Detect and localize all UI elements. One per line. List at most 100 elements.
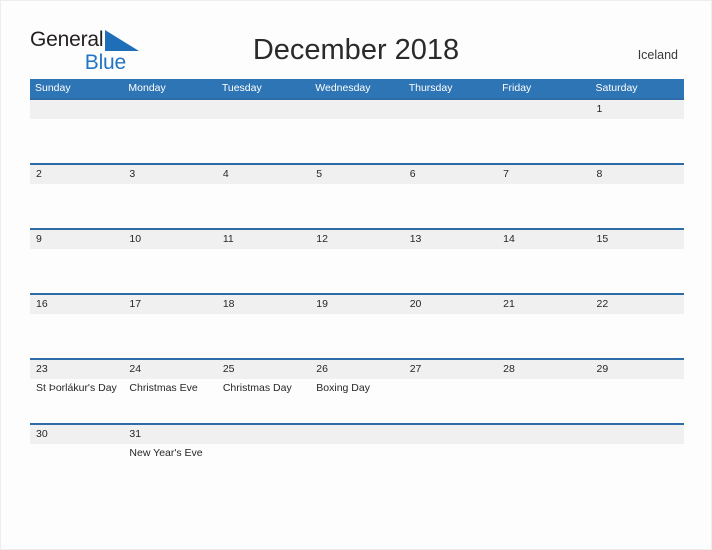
- day-event: [310, 314, 403, 358]
- day-number[interactable]: [497, 425, 590, 444]
- day-number[interactable]: [591, 425, 684, 444]
- day-number[interactable]: 28: [497, 360, 590, 379]
- day-event: [30, 314, 123, 358]
- day-number[interactable]: 1: [591, 100, 684, 119]
- day-event: [217, 314, 310, 358]
- week-date-band: 30 31: [30, 425, 684, 444]
- day-event: [217, 119, 310, 163]
- day-event: [123, 249, 216, 293]
- calendar-page: General Blue December 2018 Iceland Sunda…: [0, 0, 712, 550]
- day-event: [497, 444, 590, 488]
- day-number[interactable]: 16: [30, 295, 123, 314]
- day-event: [404, 314, 497, 358]
- day-event: [30, 249, 123, 293]
- day-event: [310, 249, 403, 293]
- weekday-header-tuesday: Tuesday: [221, 82, 262, 94]
- week-date-band: 2 3 4 5 6 7 8: [30, 165, 684, 184]
- week-event-band: [30, 314, 684, 358]
- day-event: Boxing Day: [316, 382, 370, 394]
- day-number[interactable]: 20: [404, 295, 497, 314]
- day-number[interactable]: 29: [591, 360, 684, 379]
- day-number[interactable]: [30, 100, 123, 119]
- day-event: [217, 249, 310, 293]
- day-event: [591, 119, 684, 163]
- day-number[interactable]: [217, 100, 310, 119]
- day-event: [404, 249, 497, 293]
- day-event: [30, 119, 123, 163]
- day-event: [497, 119, 590, 163]
- week-event-band: New Year's Eve: [30, 444, 684, 488]
- day-number[interactable]: [217, 425, 310, 444]
- day-event: [404, 184, 497, 228]
- day-number[interactable]: 26: [310, 360, 403, 379]
- weekday-header-saturday: Saturday: [595, 82, 638, 94]
- weekday-header-monday: Monday: [128, 82, 166, 94]
- day-number[interactable]: 5: [310, 165, 403, 184]
- calendar-week-row: 30 31 New Year's Eve: [30, 423, 684, 488]
- day-number[interactable]: 17: [123, 295, 216, 314]
- day-event: New Year's Eve: [129, 447, 203, 459]
- weekday-header-wednesday: Wednesday: [315, 82, 371, 94]
- page-title: December 2018: [252, 34, 460, 66]
- day-number[interactable]: 3: [123, 165, 216, 184]
- day-event: [123, 314, 216, 358]
- day-event: Christmas Eve: [129, 382, 198, 394]
- day-number[interactable]: 25: [217, 360, 310, 379]
- day-event: [310, 184, 403, 228]
- day-number[interactable]: 15: [591, 230, 684, 249]
- day-event: [310, 444, 403, 488]
- calendar-week-row: 16 17 18 19 20 21 22: [30, 293, 684, 358]
- weekday-header-friday: Friday: [502, 82, 532, 94]
- day-number[interactable]: 4: [217, 165, 310, 184]
- day-event: [217, 184, 310, 228]
- day-event: [123, 119, 216, 163]
- day-number[interactable]: 10: [123, 230, 216, 249]
- day-number[interactable]: 22: [591, 295, 684, 314]
- day-event: Christmas Day: [222, 382, 292, 394]
- day-number[interactable]: 7: [497, 165, 590, 184]
- day-number[interactable]: 8: [591, 165, 684, 184]
- day-event: [310, 119, 403, 163]
- day-event: [591, 314, 684, 358]
- region-label: Iceland: [637, 48, 678, 62]
- day-number[interactable]: 30: [30, 425, 123, 444]
- day-event: [30, 184, 123, 228]
- day-number[interactable]: 24: [123, 360, 216, 379]
- day-number[interactable]: [310, 100, 403, 119]
- week-event-band: [30, 184, 684, 228]
- day-event: [497, 379, 590, 423]
- day-number[interactable]: [497, 100, 590, 119]
- day-number[interactable]: 23: [30, 360, 123, 379]
- day-number[interactable]: 2: [30, 165, 123, 184]
- day-number[interactable]: [310, 425, 403, 444]
- day-event: [591, 249, 684, 293]
- calendar-week-row: 23 24 25 26 27 28 29 St Þorlákur's Day C…: [30, 358, 684, 423]
- calendar-week-row: 9 10 11 12 13 14 15: [30, 228, 684, 293]
- day-event: St Þorlákur's Day: [36, 382, 117, 394]
- day-event: [404, 444, 497, 488]
- day-number[interactable]: 13: [404, 230, 497, 249]
- day-event: [497, 249, 590, 293]
- day-number[interactable]: [404, 425, 497, 444]
- calendar-grid: Sunday Monday Tuesday Wednesday Thursday…: [30, 79, 684, 488]
- day-number[interactable]: 21: [497, 295, 590, 314]
- day-number[interactable]: 14: [497, 230, 590, 249]
- weekday-header-thursday: Thursday: [408, 82, 453, 94]
- day-number[interactable]: [123, 100, 216, 119]
- day-number[interactable]: 12: [310, 230, 403, 249]
- day-number[interactable]: 11: [217, 230, 310, 249]
- calendar-week-row: 1: [30, 98, 684, 163]
- day-number[interactable]: 31: [123, 425, 216, 444]
- weekday-header-sunday: Sunday: [35, 82, 71, 94]
- day-event: [404, 379, 497, 423]
- week-event-band: [30, 119, 684, 163]
- page-header: General Blue December 2018 Iceland: [1, 1, 711, 79]
- day-event: [123, 184, 216, 228]
- day-number[interactable]: 27: [404, 360, 497, 379]
- day-number[interactable]: 19: [310, 295, 403, 314]
- day-number[interactable]: 6: [404, 165, 497, 184]
- day-event: [497, 314, 590, 358]
- day-number[interactable]: 18: [217, 295, 310, 314]
- day-number[interactable]: [404, 100, 497, 119]
- day-number[interactable]: 9: [30, 230, 123, 249]
